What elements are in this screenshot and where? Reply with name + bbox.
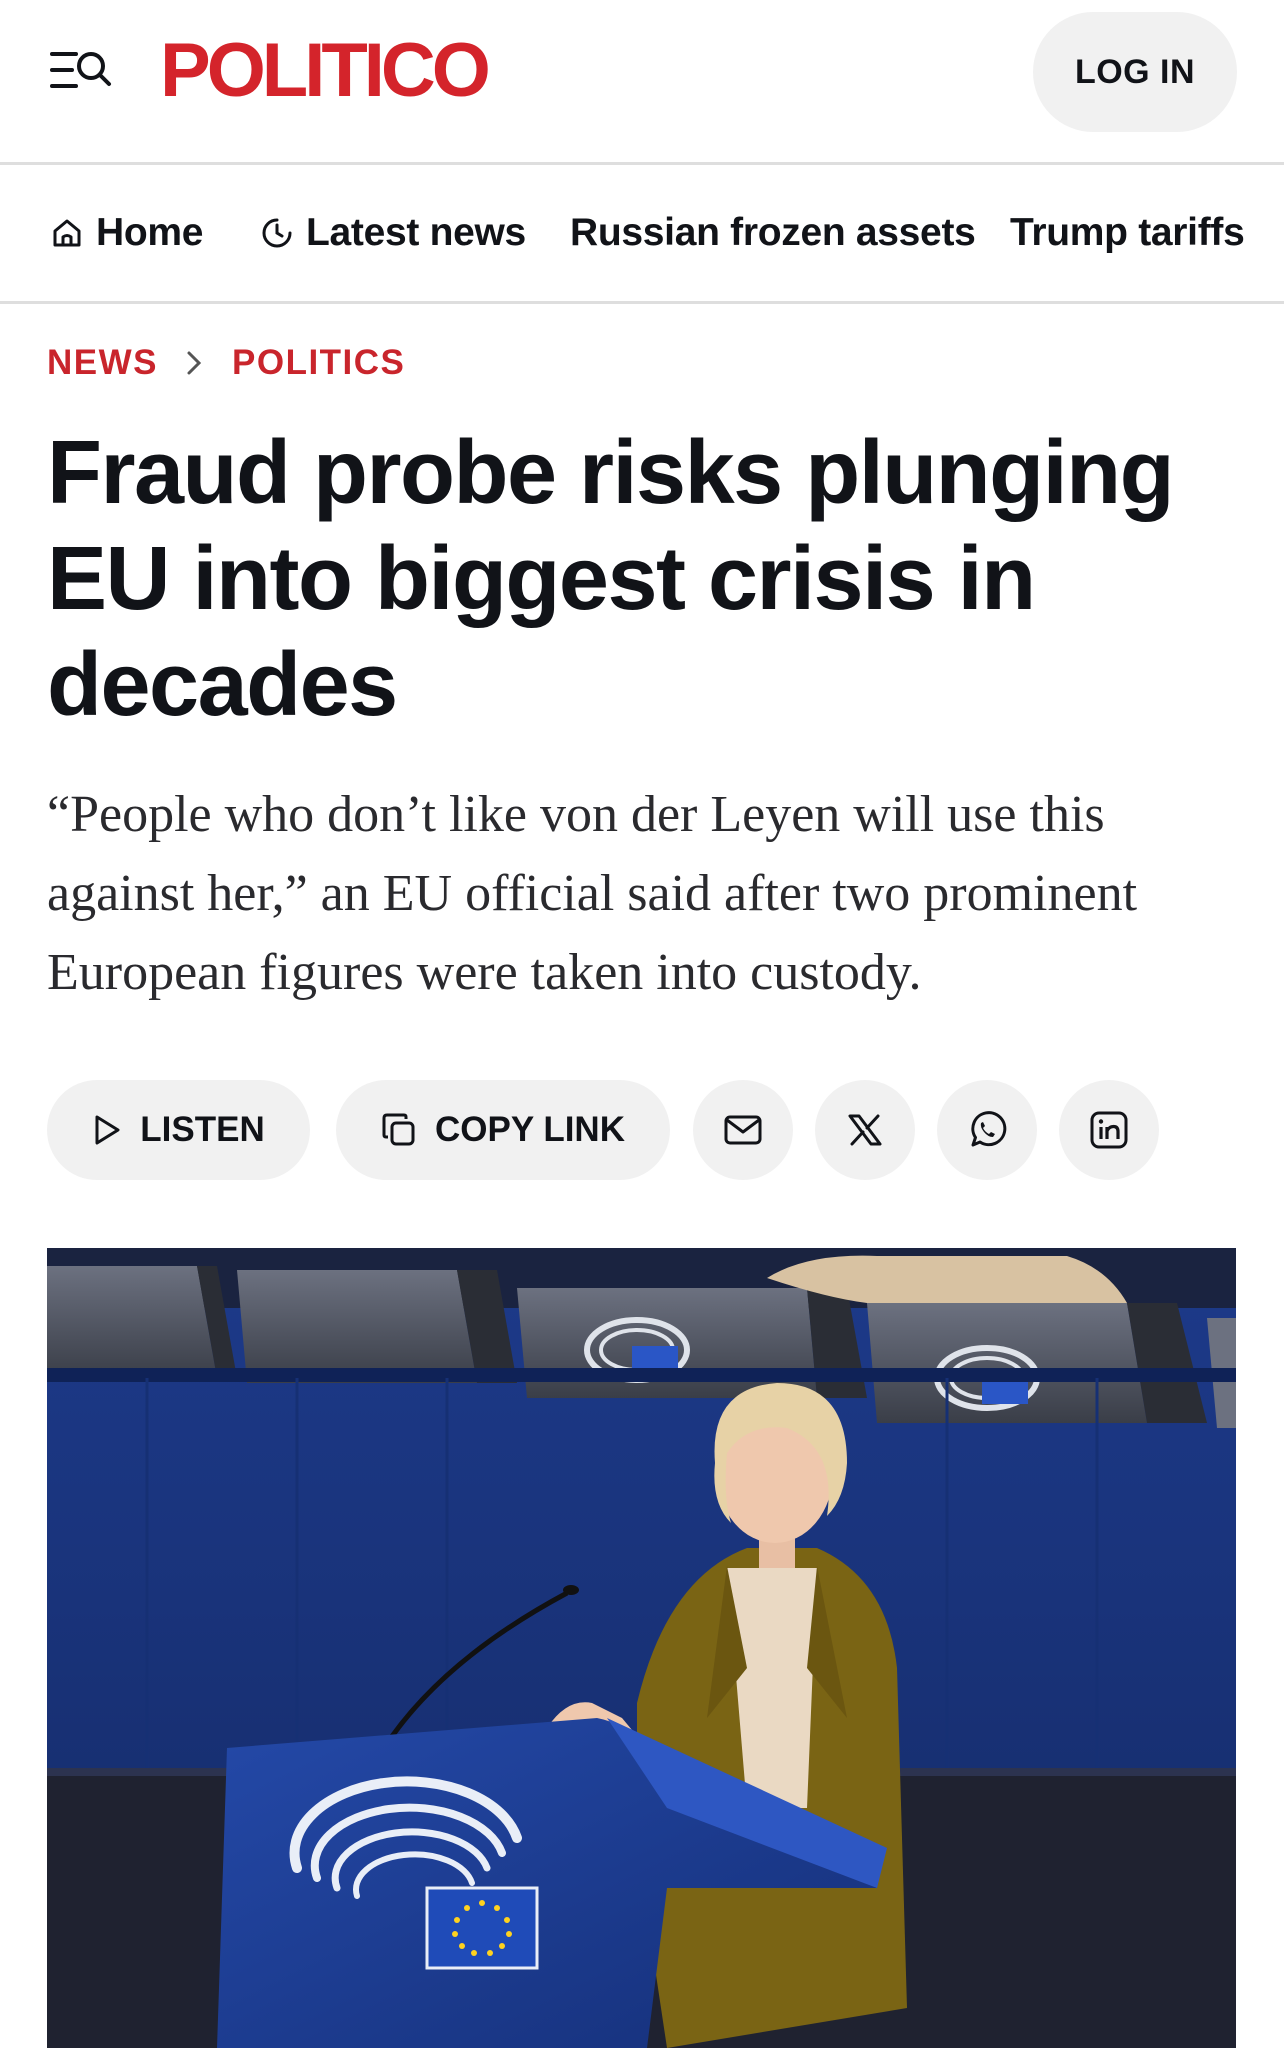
nav-item-russian-frozen-assets[interactable]: Russian frozen assets: [570, 165, 976, 301]
login-button[interactable]: LOG IN: [1033, 12, 1237, 132]
share-linkedin-button[interactable]: [1059, 1080, 1159, 1180]
copy-link-button[interactable]: COPY LINK: [336, 1080, 670, 1180]
x-icon: [848, 1114, 882, 1146]
article-hero-photo: [47, 1248, 1236, 2048]
politico-logo[interactable]: POLITICO: [160, 26, 491, 116]
share-x-button[interactable]: [815, 1080, 915, 1180]
linkedin-icon: [1090, 1111, 1128, 1149]
nav-item-label: Trump tariffs: [1010, 211, 1245, 254]
nav-item-home[interactable]: Home: [50, 165, 203, 301]
listen-button[interactable]: LISTEN: [47, 1080, 310, 1180]
listen-label: LISTEN: [140, 1110, 265, 1149]
site-header: POLITICO LOG IN: [0, 0, 1284, 165]
nav-item-label: Latest news: [306, 211, 526, 254]
play-icon: [95, 1115, 120, 1145]
breadcrumb-politics[interactable]: POLITICS: [232, 343, 405, 383]
copy-link-label: COPY LINK: [435, 1110, 625, 1149]
nav-item-trump-tariffs[interactable]: Trump tariffs: [1010, 165, 1245, 301]
share-whatsapp-button[interactable]: [937, 1080, 1037, 1180]
article-headline: Fraud probe risks plunging EU into bigge…: [47, 423, 1175, 735]
breadcrumb: NEWS POLITICS: [47, 342, 405, 384]
breadcrumb-news[interactable]: NEWS: [47, 343, 158, 383]
article-dek: “People who don’t like von der Leyen wil…: [47, 786, 1138, 1001]
copy-icon: [382, 1113, 415, 1146]
whatsapp-icon: [971, 1111, 1007, 1147]
chevron-right-icon: [186, 350, 202, 376]
mail-icon: [724, 1115, 762, 1145]
menu-search-icon[interactable]: [50, 46, 112, 94]
nav-item-label: Russian frozen assets: [570, 211, 976, 254]
share-email-button[interactable]: [693, 1080, 793, 1180]
home-icon: [53, 219, 81, 247]
section-nav: Home Latest news Russian frozen assets T…: [0, 165, 1284, 304]
clock-icon: [262, 218, 292, 248]
nav-item-latest-news[interactable]: Latest news: [260, 165, 526, 301]
speaker-at-eu-parliament-podium-photo: [47, 1248, 1236, 2048]
nav-item-label: Home: [96, 211, 204, 254]
